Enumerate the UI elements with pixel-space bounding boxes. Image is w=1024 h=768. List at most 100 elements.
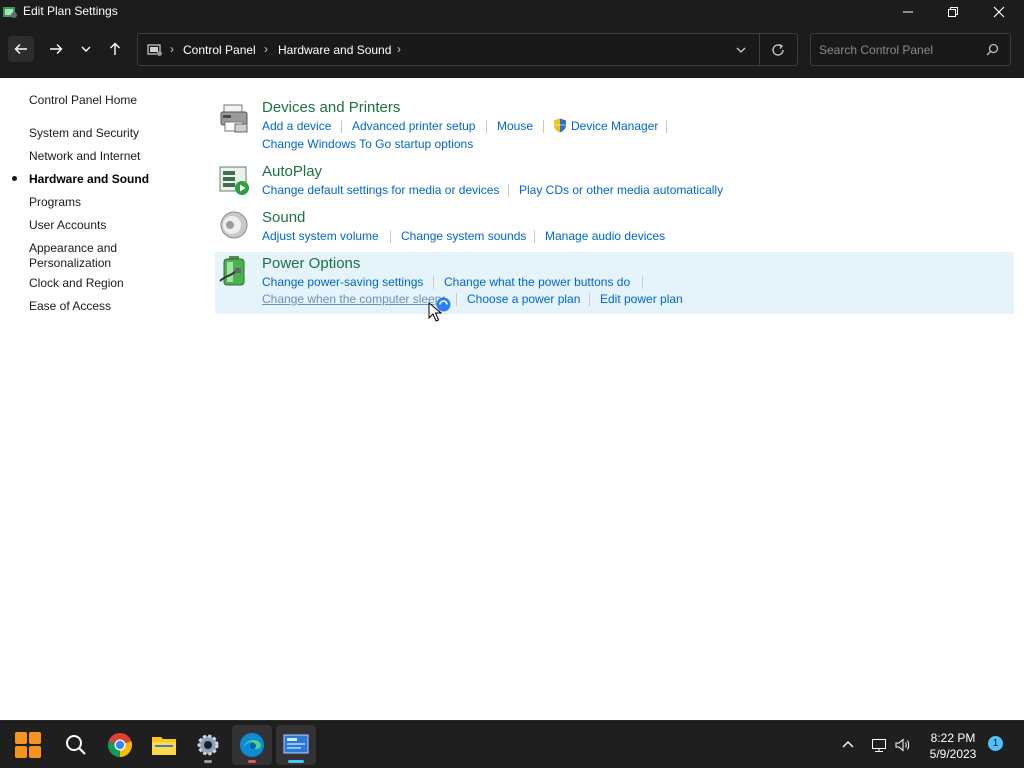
running-indicator: [204, 760, 212, 763]
link-choose-a-power-plan[interactable]: Choose a power plan: [467, 292, 580, 306]
link-edit-power-plan[interactable]: Edit power plan: [600, 292, 683, 306]
chevron-right-icon[interactable]: ›: [264, 42, 268, 56]
uac-shield-icon: [554, 118, 566, 133]
link-separator: [433, 276, 434, 289]
start-button[interactable]: [8, 725, 48, 765]
up-button[interactable]: [102, 36, 128, 62]
recent-locations-button[interactable]: [74, 36, 98, 62]
arrow-left-icon: [14, 44, 27, 54]
close-button[interactable]: [976, 0, 1022, 24]
taskbar-search-button[interactable]: [56, 725, 96, 765]
link-device-manager[interactable]: Device Manager: [571, 119, 658, 133]
category-sound: Sound Adjust system volume Change system…: [215, 206, 1014, 248]
category-title[interactable]: Sound: [262, 209, 305, 226]
minimize-icon: [903, 11, 913, 13]
sidebar-item-network-and-internet[interactable]: Network and Internet: [29, 149, 179, 164]
taskbar-file-explorer-button[interactable]: [144, 725, 184, 765]
link-separator: [486, 120, 487, 133]
autoplay-icon[interactable]: [218, 164, 250, 196]
arrow-right-icon: [50, 44, 63, 54]
volume-icon[interactable]: [895, 737, 911, 753]
category-title[interactable]: Devices and Printers: [262, 99, 400, 116]
divider: [759, 34, 760, 65]
control-panel-icon: [147, 44, 162, 56]
restore-button[interactable]: [930, 0, 976, 24]
link-adjust-system-volume[interactable]: Adjust system volume: [262, 229, 379, 243]
search-icon[interactable]: [986, 43, 999, 56]
link-change-default-settings-for-media[interactable]: Change default settings for media or dev…: [262, 183, 499, 197]
sidebar-item-user-accounts[interactable]: User Accounts: [29, 218, 179, 233]
forward-button[interactable]: [43, 36, 69, 62]
sidebar-item-ease-of-access[interactable]: Ease of Access: [29, 299, 179, 314]
address-bar[interactable]: › Control Panel › Hardware and Sound ›: [137, 33, 798, 66]
search-box[interactable]: [810, 33, 1011, 66]
title-bar: Edit Plan Settings: [0, 0, 1024, 24]
control-panel-app-icon: [3, 7, 17, 18]
address-dropdown-icon[interactable]: [733, 43, 749, 57]
back-button[interactable]: [8, 36, 34, 62]
network-icon[interactable]: [871, 737, 887, 753]
category-power-options: Power Options Change power-saving settin…: [215, 252, 1014, 314]
breadcrumb-control-panel[interactable]: Control Panel: [183, 43, 256, 57]
link-separator: [456, 293, 457, 306]
search-input[interactable]: [811, 34, 981, 65]
sidebar-item-programs[interactable]: Programs: [29, 195, 179, 210]
sidebar-control-panel-home[interactable]: Control Panel Home: [29, 93, 179, 108]
link-add-a-device[interactable]: Add a device: [262, 119, 331, 133]
link-change-power-buttons[interactable]: Change what the power buttons do: [444, 275, 630, 289]
edge-icon: [240, 733, 264, 757]
speaker-icon[interactable]: [218, 209, 250, 241]
breadcrumb-hardware-and-sound[interactable]: Hardware and Sound: [278, 43, 391, 57]
chevron-up-icon[interactable]: [840, 737, 856, 753]
link-separator: [534, 230, 535, 243]
chrome-icon: [108, 733, 132, 757]
navigation-bar: › Control Panel › Hardware and Sound ›: [0, 24, 1024, 78]
clock-time: 8:22 PM: [930, 731, 976, 745]
link-separator: [341, 120, 342, 133]
arrow-up-icon: [110, 42, 120, 55]
start-icon: [15, 732, 41, 758]
link-separator: [666, 120, 667, 133]
refresh-icon[interactable]: [771, 43, 785, 57]
sidebar-item-system-and-security[interactable]: System and Security: [29, 126, 179, 141]
link-change-windows-to-go-startup-options[interactable]: Change Windows To Go startup options: [262, 137, 473, 151]
printer-icon[interactable]: [218, 102, 250, 134]
search-icon: [66, 735, 86, 755]
link-mouse[interactable]: Mouse: [497, 119, 533, 133]
link-advanced-printer-setup[interactable]: Advanced printer setup: [352, 119, 475, 133]
category-title[interactable]: Power Options: [262, 255, 360, 272]
battery-icon[interactable]: [218, 255, 250, 287]
taskbar-settings-button[interactable]: [188, 725, 228, 765]
link-change-when-computer-sleeps[interactable]: Change when the computer sleeps: [262, 292, 445, 306]
link-change-power-saving-settings[interactable]: Change power-saving settings: [262, 275, 423, 289]
taskbar-control-panel-button[interactable]: [276, 725, 316, 765]
close-icon: [993, 6, 1005, 18]
sidebar-item-hardware-and-sound[interactable]: Hardware and Sound: [29, 172, 179, 187]
category-autoplay: AutoPlay Change default settings for med…: [215, 160, 1014, 202]
sidebar: Control Panel Home System and Security N…: [0, 78, 200, 720]
running-indicator: [248, 760, 256, 763]
sidebar-item-appearance-and-personalization[interactable]: Appearance and Personalization: [29, 241, 129, 271]
taskbar-chrome-button[interactable]: [100, 725, 140, 765]
notification-badge[interactable]: 1: [988, 736, 1003, 751]
restore-icon: [948, 7, 958, 17]
window-title: Edit Plan Settings: [23, 4, 118, 18]
taskbar-edge-button[interactable]: [232, 725, 272, 765]
link-manage-audio-devices[interactable]: Manage audio devices: [545, 229, 665, 243]
settings-icon: [197, 734, 219, 756]
link-play-cds-automatically[interactable]: Play CDs or other media automatically: [519, 183, 723, 197]
link-separator: [390, 230, 391, 243]
sidebar-item-clock-and-region[interactable]: Clock and Region: [29, 276, 179, 291]
link-separator: [543, 120, 544, 133]
clock-date: 5/9/2023: [929, 747, 977, 761]
mouse-pointer-icon: [428, 302, 442, 322]
category-title[interactable]: AutoPlay: [262, 163, 322, 180]
system-clock[interactable]: 8:22 PM 5/9/2023: [918, 730, 988, 762]
minimize-button[interactable]: [885, 0, 931, 24]
active-indicator: [288, 760, 304, 763]
chevron-right-icon[interactable]: ›: [397, 42, 401, 56]
link-change-system-sounds[interactable]: Change system sounds: [401, 229, 526, 243]
link-separator: [642, 276, 643, 289]
taskbar: 8:22 PM 5/9/2023: [0, 720, 1024, 768]
category-devices-and-printers: Devices and Printers Add a device Advanc…: [215, 96, 1014, 156]
